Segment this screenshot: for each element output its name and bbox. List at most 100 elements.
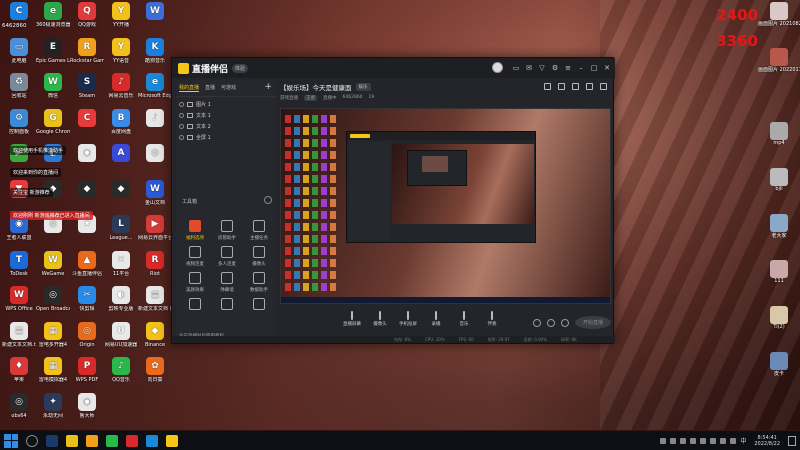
desktop-icon[interactable]: ⚙ 控制面板	[2, 108, 36, 145]
steam-taskbar-icon[interactable]	[46, 434, 58, 447]
tray-icon[interactable]	[690, 437, 697, 444]
desktop-icon[interactable]: W 金山文档	[138, 179, 172, 216]
search-icon[interactable]	[26, 434, 38, 447]
tool-item[interactable]: 福利选项	[180, 220, 210, 248]
desktop-icon[interactable]: K 酷狗音乐	[138, 37, 172, 74]
room-tag[interactable]: 娱乐	[355, 82, 371, 91]
desktop-icon[interactable]: C	[2, 2, 36, 38]
rockstar-taskbar-icon[interactable]	[86, 434, 98, 447]
desktop-icon[interactable]: Y YY开播	[104, 2, 138, 38]
clock[interactable]: 8:54:41 2022/8/22	[754, 435, 780, 447]
desktop-file-icon[interactable]: Ti(2)	[758, 306, 800, 350]
desktop-icon[interactable]: ♪	[138, 108, 172, 145]
tray-icon[interactable]	[670, 437, 677, 444]
desktop-icon[interactable]: EEpic Games Launcher	[36, 37, 70, 74]
desktop-icon[interactable]: Q QQ游戏	[70, 2, 104, 38]
desktop-icon[interactable]: C	[70, 108, 104, 145]
tool-item[interactable]: 视频连麦	[180, 246, 210, 274]
network-icon[interactable]	[720, 437, 727, 444]
tray-icon[interactable]	[700, 437, 707, 444]
desktop-icon[interactable]: S Steam	[70, 73, 104, 109]
notification-icon[interactable]	[788, 435, 796, 446]
desktop-icon[interactable]: ♪ QQ音乐	[104, 357, 138, 393]
tray-icon[interactable]	[680, 437, 687, 444]
desktop-icon[interactable]: ✦ 永劫无间	[36, 392, 70, 429]
tool-item[interactable]: 房管助手	[212, 220, 242, 248]
minimize-icon[interactable]: –	[577, 64, 585, 72]
desktop-icon[interactable]: ▲ 斗鱼直播伴侣	[70, 250, 104, 287]
desktop-icon[interactable]: ✿ 向日葵	[138, 357, 172, 393]
desktop-icon[interactable]: B 百度网盘	[104, 108, 138, 145]
desktop-icon[interactable]: ◉ 王者人联盟	[2, 215, 36, 251]
desktop-icon[interactable]: ✕ 11平台	[104, 250, 138, 287]
eye-icon[interactable]	[179, 113, 184, 118]
desktop-file-icon[interactable]: 老大家	[758, 214, 800, 258]
desktop-icon[interactable]: P WPS PDF	[70, 357, 104, 393]
desktop-icon[interactable]: T ToDesk	[2, 250, 36, 287]
desktop-icon[interactable]: ◎	[138, 144, 172, 180]
desktop-icon[interactable]: e Microsoft Edge	[138, 73, 172, 109]
app-badge[interactable]: 体验	[232, 63, 249, 73]
tool-item[interactable]: 主播任务	[244, 220, 274, 248]
menu-icon[interactable]: ≡	[564, 64, 572, 72]
home-icon[interactable]	[586, 83, 593, 90]
desktop-icon[interactable]: R Riot	[138, 250, 172, 287]
desktop-icon[interactable]: L League...	[104, 215, 138, 251]
video-icon[interactable]	[532, 318, 541, 327]
source-item[interactable]: 全屏 1	[179, 132, 273, 143]
desktop-icon[interactable]: W 微信	[36, 73, 70, 109]
eye-icon[interactable]	[179, 135, 184, 140]
tool-item[interactable]: 多人连麦	[212, 246, 242, 274]
share-icon[interactable]	[544, 83, 551, 90]
tool-item[interactable]: 数据助手	[244, 272, 274, 300]
tab-my-live[interactable]: 我的直播	[179, 84, 200, 92]
volume-icon[interactable]	[730, 437, 737, 444]
edge-taskbar-icon[interactable]	[146, 434, 158, 447]
add-source-icon[interactable]: +	[264, 82, 272, 92]
stream-preview[interactable]	[280, 108, 611, 304]
tool-item[interactable]	[244, 298, 274, 326]
window-titlebar[interactable]: 直播伴侣 体验 ▭ ✉ ▽ ⚙ ≡ – □ ✕	[172, 58, 615, 78]
desktop-icon[interactable]: ♦ 苹果	[2, 357, 36, 393]
desktop-icon[interactable]: ◎ Open Broadcast...	[36, 286, 70, 322]
source-item[interactable]: 文本 1	[179, 110, 273, 121]
streaming-app-window[interactable]: 直播伴侣 体验 ▭ ✉ ▽ ⚙ ≡ – □ ✕ 我的直播 直播 可游戏 图片 1…	[171, 57, 615, 344]
desktop-icon[interactable]: ♻ 回收站	[2, 73, 36, 109]
desktop-icon[interactable]: ◉	[70, 144, 104, 180]
desktop-icon[interactable]: ▶ 网易云界面平台	[138, 215, 172, 251]
message-icon[interactable]: ✉	[525, 64, 533, 72]
desktop-icon[interactable]: ▭ 此电脑	[2, 37, 36, 74]
desktop-file-icon[interactable]: bjli	[758, 168, 800, 212]
tool-item[interactable]	[180, 298, 210, 326]
eye-icon[interactable]	[546, 318, 555, 327]
user-avatar[interactable]	[492, 62, 503, 73]
desktop-icon[interactable]: ◎	[36, 215, 70, 251]
desktop-file-icon[interactable]: 画面图片 2021082...	[758, 2, 800, 46]
desktop-icon[interactable]: U 网易UU加速器	[104, 321, 138, 358]
tool-item[interactable]	[212, 298, 242, 326]
desktop-icon[interactable]: A	[104, 144, 138, 180]
tab-game[interactable]: 可游戏	[221, 84, 236, 92]
phone-cast-button[interactable]: 手机投屏	[394, 311, 422, 327]
eye-icon[interactable]	[179, 124, 184, 129]
tab-live[interactable]: 直播	[205, 84, 215, 92]
desktop-icon[interactable]: ◎ obs64	[2, 392, 36, 429]
source-item[interactable]: 文本 2	[179, 121, 273, 132]
tray-icon[interactable]	[660, 437, 667, 444]
desktop-icon[interactable]: e 360极速浏览器	[36, 2, 70, 38]
gear-icon[interactable]	[560, 318, 569, 327]
close-icon[interactable]: ✕	[603, 64, 611, 72]
chrome-taskbar-icon[interactable]	[66, 434, 78, 447]
desktop-icon[interactable]: ♪ 网易云音乐	[104, 73, 138, 109]
start-live-button[interactable]: 开始直播	[574, 316, 611, 329]
camera-button[interactable]: 摄像头	[366, 311, 394, 327]
tray-icon[interactable]	[710, 437, 717, 444]
settings-icon[interactable]: ⚙	[551, 64, 559, 72]
record-icon[interactable]	[572, 83, 579, 90]
desktop-icon[interactable]: ▦ 雷电多开器4	[36, 321, 70, 358]
more-icon[interactable]	[600, 83, 607, 90]
input-language[interactable]: 中	[740, 436, 746, 445]
toolbox-toggle-icon[interactable]	[264, 196, 272, 204]
tool-item[interactable]: 弹幕墙	[212, 272, 242, 300]
desktop-file-icon[interactable]: 皮卡	[758, 352, 800, 396]
